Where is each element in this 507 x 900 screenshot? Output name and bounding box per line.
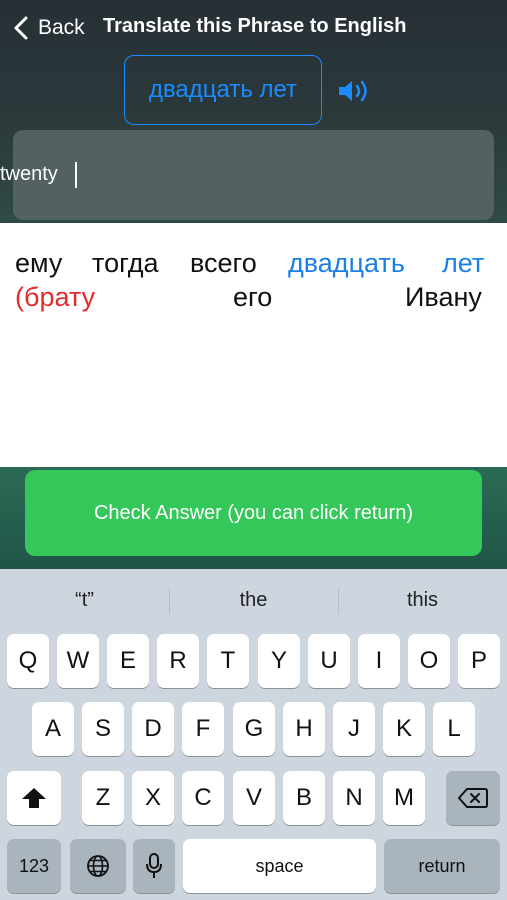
- chevron-left-icon: [14, 16, 28, 40]
- sentence-word: ему: [15, 248, 63, 278]
- key-i[interactable]: I: [358, 634, 400, 688]
- key-x[interactable]: X: [132, 771, 174, 825]
- delete-key[interactable]: [446, 771, 500, 825]
- key-v[interactable]: V: [233, 771, 275, 825]
- key-t[interactable]: T: [207, 634, 249, 688]
- suggestion-this[interactable]: this: [338, 580, 507, 620]
- globe-icon: [87, 855, 109, 877]
- key-o[interactable]: O: [408, 634, 450, 688]
- key-s[interactable]: S: [82, 702, 124, 756]
- text-caret: [75, 162, 77, 188]
- suggestion-the[interactable]: the: [169, 580, 338, 620]
- key-n[interactable]: N: [333, 771, 375, 825]
- key-h[interactable]: H: [283, 702, 325, 756]
- key-p[interactable]: P: [458, 634, 500, 688]
- return-key[interactable]: return: [384, 839, 500, 893]
- space-key[interactable]: space: [183, 839, 376, 893]
- key-d[interactable]: D: [132, 702, 174, 756]
- check-answer-button[interactable]: Check Answer (you can click return): [25, 470, 482, 556]
- shift-key[interactable]: [7, 771, 61, 825]
- sentence-word-error: (брату: [15, 282, 96, 312]
- phrase-text: двадцать лет: [148, 76, 298, 103]
- key-j[interactable]: J: [333, 702, 375, 756]
- key-b[interactable]: B: [283, 771, 325, 825]
- key-u[interactable]: U: [308, 634, 350, 688]
- globe-key[interactable]: [70, 839, 126, 893]
- key-q[interactable]: Q: [7, 634, 49, 688]
- microphone-icon: [146, 853, 162, 878]
- back-button[interactable]: Back: [14, 13, 85, 43]
- suggestion-quoted[interactable]: “t”: [0, 580, 169, 620]
- key-f[interactable]: F: [182, 702, 224, 756]
- page-title: Translate this Phrase to English: [103, 15, 407, 37]
- key-r[interactable]: R: [157, 634, 199, 688]
- key-e[interactable]: E: [107, 634, 149, 688]
- key-l[interactable]: L: [433, 702, 475, 756]
- dictation-key[interactable]: [133, 839, 175, 893]
- sentence-word-highlight: лет: [442, 248, 485, 278]
- key-y[interactable]: Y: [258, 634, 300, 688]
- shift-icon: [22, 788, 46, 808]
- key-a[interactable]: A: [32, 702, 74, 756]
- phrase-button[interactable]: двадцать лет: [124, 55, 322, 125]
- answer-value: twenty: [0, 163, 58, 185]
- key-z[interactable]: Z: [82, 771, 124, 825]
- key-c[interactable]: C: [182, 771, 224, 825]
- key-g[interactable]: G: [233, 702, 275, 756]
- sentence-word: всего: [190, 248, 257, 278]
- check-answer-label: Check Answer (you can click return): [93, 501, 413, 524]
- key-m[interactable]: M: [383, 771, 425, 825]
- answer-field[interactable]: [13, 130, 494, 220]
- sentence-word: его: [233, 282, 273, 312]
- sentence-word: Ивану: [405, 282, 482, 312]
- backspace-icon: [458, 788, 488, 808]
- speaker-icon[interactable]: [337, 78, 371, 104]
- key-k[interactable]: K: [383, 702, 425, 756]
- sentence-word-highlight: двадцать: [288, 248, 405, 278]
- numbers-key[interactable]: 123: [7, 839, 61, 893]
- back-label: Back: [38, 16, 85, 39]
- key-w[interactable]: W: [57, 634, 99, 688]
- sentence-word: тогда: [92, 248, 159, 278]
